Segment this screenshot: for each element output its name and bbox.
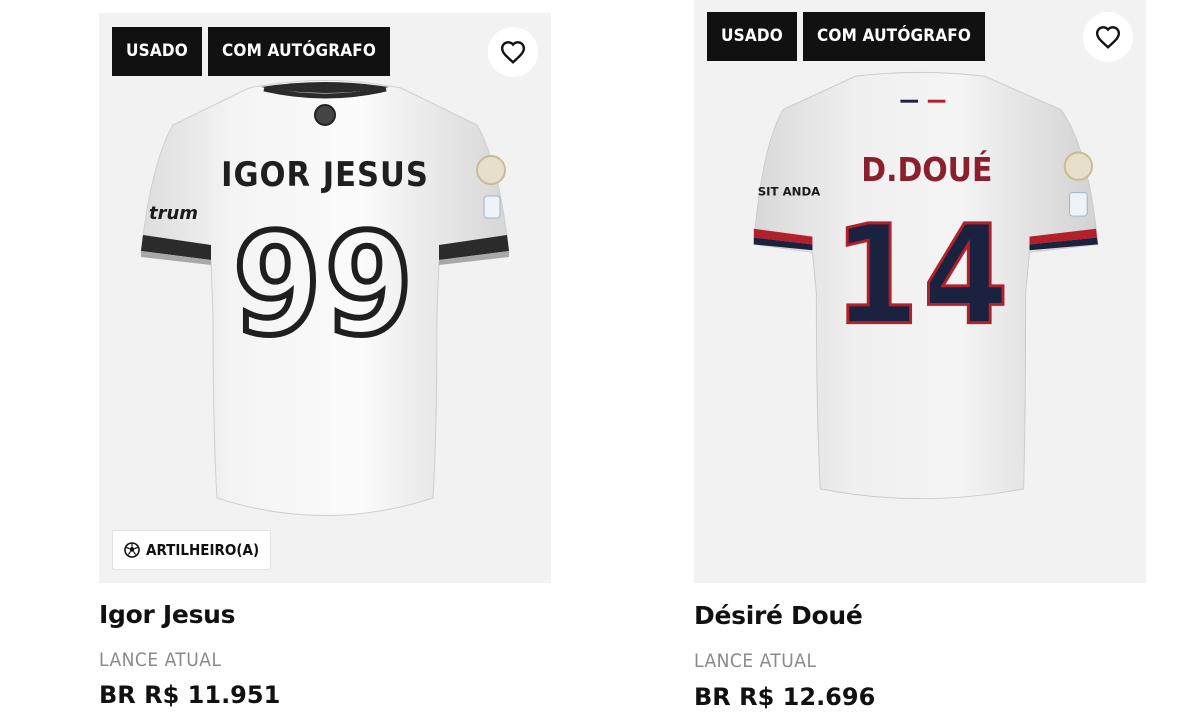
product-image[interactable]: USADO COM AUTÓGRAFO: [694, 0, 1146, 583]
sleeve-sponsor-text: trum: [149, 203, 198, 224]
current-bid-label: LANCE ATUAL: [694, 650, 817, 672]
jersey-image: trum IGOR JESUS 99: [140, 80, 510, 516]
heart-outline-icon: [1095, 26, 1121, 49]
jersey-name-text: D.DOUÉ: [861, 149, 992, 189]
jersey-number-text: 14: [833, 197, 1012, 356]
heart-outline-icon: [500, 41, 526, 64]
soccer-ball-icon: [124, 542, 140, 558]
current-bid-label: LANCE ATUAL: [99, 649, 222, 671]
current-bid-price: BR R$ 11.951: [99, 681, 281, 709]
product-title[interactable]: Désiré Doué: [694, 601, 863, 630]
favorite-button[interactable]: [488, 27, 538, 77]
current-bid-price: BR R$ 12.696: [694, 683, 876, 711]
jersey-number-text: 99: [233, 204, 416, 367]
tag-list: USADO COM AUTÓGRAFO: [707, 12, 986, 61]
tag-autographed: COM AUTÓGRAFO: [802, 12, 986, 61]
product-title[interactable]: Igor Jesus: [99, 600, 236, 629]
tag-list: USADO COM AUTÓGRAFO: [112, 27, 391, 76]
tag-autographed: COM AUTÓGRAFO: [207, 27, 391, 76]
tag-used: USADO: [112, 27, 202, 76]
sleeve-sponsor-text: SIT ANDA: [758, 185, 821, 199]
product-image[interactable]: USADO COM AUTÓGRAFO: [99, 13, 551, 583]
achievement-badge: ARTILHEIRO(A): [112, 530, 272, 570]
jersey-name-text: IGOR JESUS: [221, 155, 429, 195]
jersey-image: SIT ANDA D.DOUÉ 14: [753, 71, 1099, 500]
tag-used: USADO: [707, 12, 797, 61]
badge-label: ARTILHEIRO(A): [146, 541, 260, 559]
favorite-button[interactable]: [1083, 12, 1133, 62]
